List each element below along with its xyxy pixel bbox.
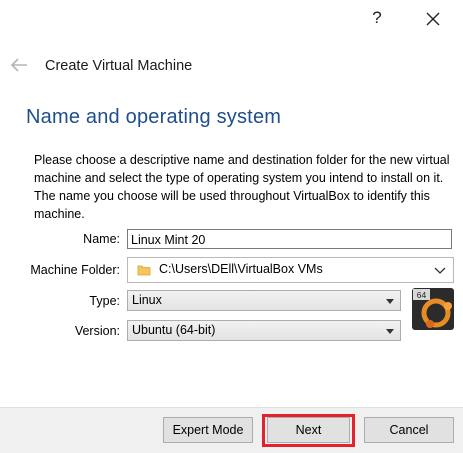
ubuntu-64-icon: 64 [412, 288, 454, 330]
dropdown-arrow-icon [386, 329, 394, 334]
title-bar: ? [0, 0, 463, 36]
machine-folder-value: C:\Users\DEll\VirtualBox VMs [159, 262, 323, 276]
version-label: Version: [74, 324, 120, 338]
version-value: Ubuntu (64-bit) [132, 323, 216, 337]
chevron-down-icon[interactable] [434, 264, 446, 276]
cancel-button[interactable]: Cancel [364, 417, 454, 443]
version-select[interactable]: Ubuntu (64-bit) [127, 320, 401, 341]
page-title: Name and operating system [26, 106, 282, 128]
close-button[interactable] [421, 7, 445, 31]
next-highlight-box [262, 414, 355, 447]
type-value: Linux [132, 293, 162, 307]
wizard-header: Create Virtual Machine [0, 50, 463, 86]
description-text: Please choose a descriptive name and des… [34, 153, 450, 221]
wizard-title: Create Virtual Machine [45, 58, 193, 74]
help-button[interactable]: ? [366, 6, 388, 30]
back-button[interactable] [8, 56, 30, 74]
back-arrow-icon [10, 58, 27, 72]
close-icon [426, 12, 440, 26]
type-label: Type: [89, 294, 120, 308]
machine-folder-label: Machine Folder: [30, 263, 120, 277]
type-select[interactable]: Linux [127, 290, 401, 311]
name-input[interactable]: Linux Mint 20 [127, 229, 452, 249]
name-label: Name: [83, 232, 120, 246]
machine-folder-combo[interactable]: C:\Users\DEll\VirtualBox VMs [127, 257, 454, 283]
os-icon-badge: 64 [417, 290, 427, 300]
expert-mode-button[interactable]: Expert Mode [163, 417, 253, 443]
folder-icon [137, 265, 151, 276]
dropdown-arrow-icon [386, 299, 394, 304]
